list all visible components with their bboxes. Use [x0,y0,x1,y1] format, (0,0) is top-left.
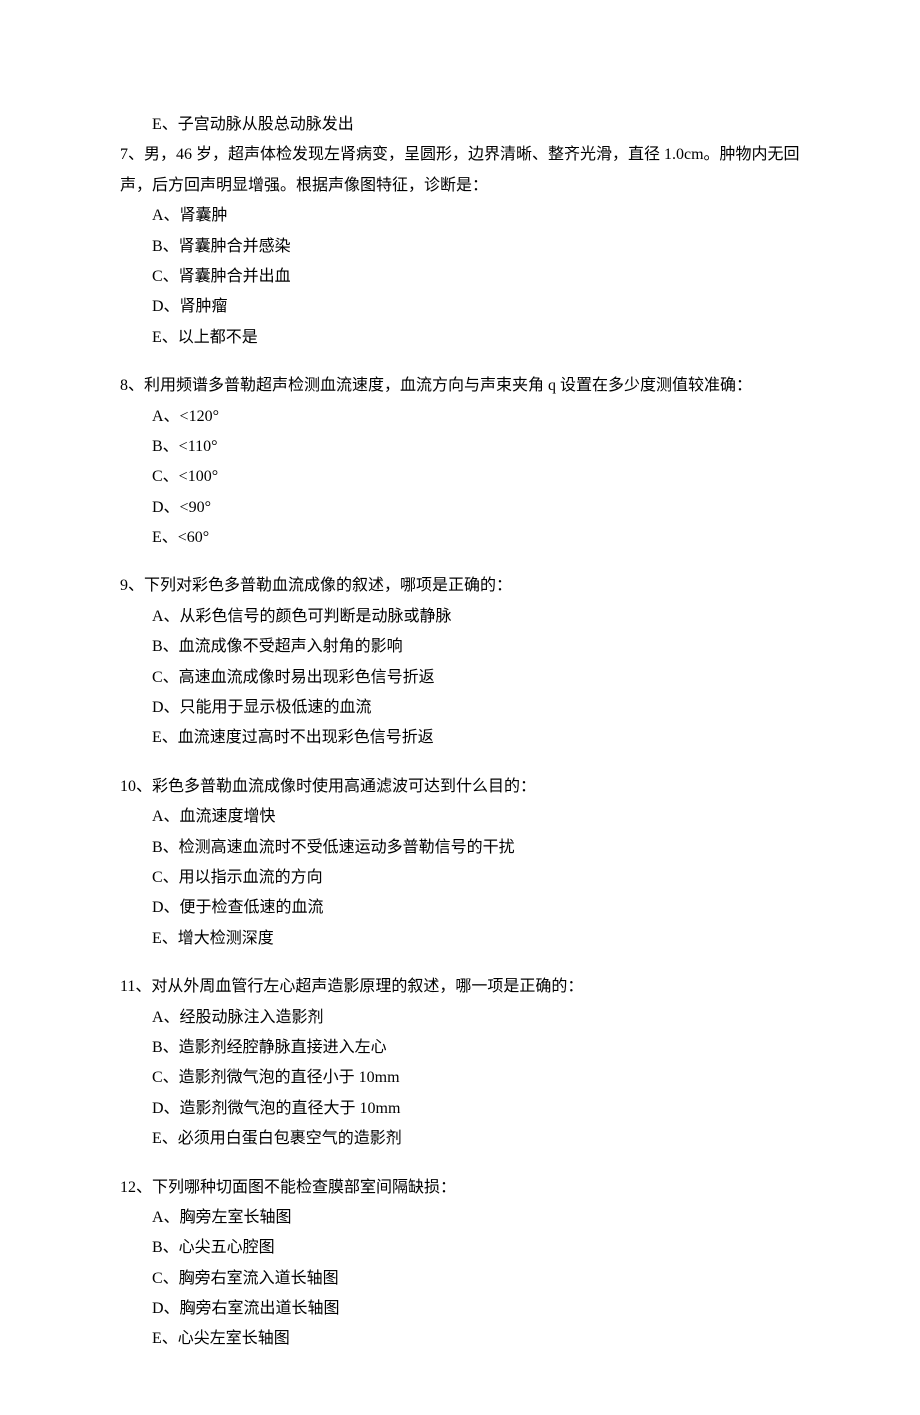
question-10: 10、彩色多普勒血流成像时使用高通滤波可达到什么目的：A、血流速度增快B、检测高… [120,772,800,954]
option-A: A、肾囊肿 [120,201,800,231]
question-8: 8、利用频谱多普勒超声检测血流速度，血流方向与声束夹角 q 设置在多少度测值较准… [120,371,800,553]
question-11: 11、对从外周血管行左心超声造影原理的叙述，哪一项是正确的：A、经股动脉注入造影… [120,972,800,1154]
option-C: C、高速血流成像时易出现彩色信号折返 [120,663,800,693]
option-A: A、从彩色信号的颜色可判断是动脉或静脉 [120,602,800,632]
option-C: C、造影剂微气泡的直径小于 10mm [120,1063,800,1093]
option-A: A、<120° [120,402,800,432]
option-D: D、只能用于显示极低速的血流 [120,693,800,723]
option-B: B、<110° [120,432,800,462]
option-C: C、<100° [120,462,800,492]
question-stem: 12、下列哪种切面图不能检查膜部室间隔缺损： [120,1173,800,1203]
option-E: E、必须用白蛋白包裹空气的造影剂 [120,1124,800,1154]
option-D: D、造影剂微气泡的直径大于 10mm [120,1094,800,1124]
option-E: E、心尖左室长轴图 [120,1324,800,1354]
option-E: E、<60° [120,523,800,553]
option-B: B、肾囊肿合并感染 [120,232,800,262]
option-E: E、增大检测深度 [120,924,800,954]
option-B: B、检测高速血流时不受低速运动多普勒信号的干扰 [120,833,800,863]
option-D: D、胸旁右室流出道长轴图 [120,1294,800,1324]
option-A: A、胸旁左室长轴图 [120,1203,800,1233]
option-E: E、以上都不是 [120,323,800,353]
option-B: B、造影剂经腔静脉直接进入左心 [120,1033,800,1063]
question-stem: 8、利用频谱多普勒超声检测血流速度，血流方向与声束夹角 q 设置在多少度测值较准… [120,371,800,401]
option-B: B、心尖五心腔图 [120,1233,800,1263]
option-D: D、便于检查低速的血流 [120,893,800,923]
option-C: C、肾囊肿合并出血 [120,262,800,292]
option-E: E、血流速度过高时不出现彩色信号折返 [120,723,800,753]
question-7: 7、男，46 岁，超声体检发现左肾病变，呈圆形，边界清晰、整齐光滑，直径 1.0… [120,140,800,353]
option-C: C、用以指示血流的方向 [120,863,800,893]
question-stem: 11、对从外周血管行左心超声造影原理的叙述，哪一项是正确的： [120,972,800,1002]
question-12: 12、下列哪种切面图不能检查膜部室间隔缺损：A、胸旁左室长轴图B、心尖五心腔图C… [120,1173,800,1355]
option-C: C、胸旁右室流入道长轴图 [120,1264,800,1294]
orphan-option: E、子宫动脉从股总动脉发出 [120,110,800,140]
option-A: A、经股动脉注入造影剂 [120,1003,800,1033]
question-9: 9、下列对彩色多普勒血流成像的叙述，哪项是正确的：A、从彩色信号的颜色可判断是动… [120,571,800,753]
question-stem: 7、男，46 岁，超声体检发现左肾病变，呈圆形，边界清晰、整齐光滑，直径 1.0… [120,140,800,201]
option-D: D、肾肿瘤 [120,292,800,322]
option-A: A、血流速度增快 [120,802,800,832]
question-stem: 10、彩色多普勒血流成像时使用高通滤波可达到什么目的： [120,772,800,802]
option-B: B、血流成像不受超声入射角的影响 [120,632,800,662]
question-stem: 9、下列对彩色多普勒血流成像的叙述，哪项是正确的： [120,571,800,601]
option-D: D、<90° [120,493,800,523]
